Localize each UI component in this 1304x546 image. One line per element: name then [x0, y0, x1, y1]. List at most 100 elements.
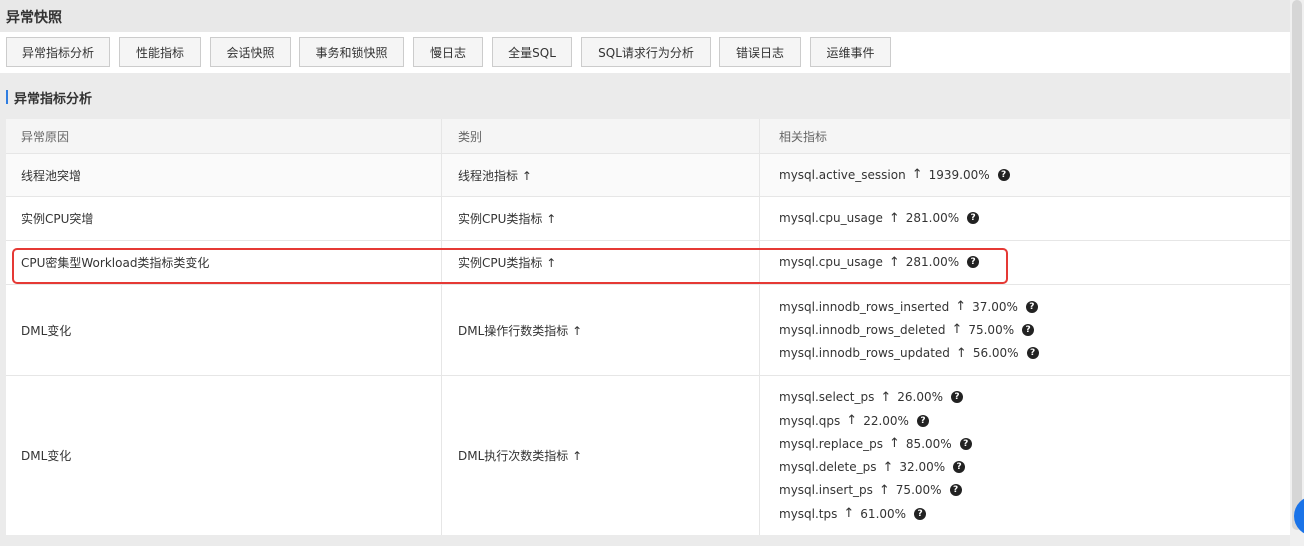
arrow-up-icon: ↑ [888, 254, 900, 270]
table-row: DML变化 DML操作行数类指标 ↑ mysql.innodb_rows_ins… [6, 285, 1290, 376]
column-header-metrics-label: 相关指标 [779, 129, 828, 144]
question-circle-icon[interactable]: ? [1022, 323, 1035, 336]
metrics-cell: mysql.cpu_usage ↑ 281.00% ? [760, 241, 1290, 284]
arrow-up-icon: ↑ [880, 389, 892, 405]
question-circle-icon[interactable]: ? [1026, 347, 1039, 360]
metric-name: mysql.tps [779, 506, 838, 521]
metric-item: mysql.select_ps ↑ 26.00% ? [779, 386, 964, 409]
metric-item: mysql.innodb_rows_deleted ↑ 75.00% ? [779, 318, 1035, 341]
category-cell: DML操作行数类指标 ↑ [442, 285, 760, 375]
metric-value: 75.00% [895, 483, 942, 498]
metrics-cell: mysql.cpu_usage ↑ 281.00% ? [760, 197, 1290, 240]
metric-item: mysql.tps ↑ 61.00% ? [779, 502, 927, 525]
category-cell: 实例CPU类指标 ↑ [442, 197, 760, 240]
table-row: 实例CPU突增 实例CPU类指标 ↑ mysql.cpu_usage ↑ 281… [6, 197, 1290, 241]
arrow-up-icon: ↑ [888, 210, 900, 226]
metric-value: 32.00% [899, 460, 946, 475]
metric-name: mysql.innodb_rows_deleted [779, 322, 946, 337]
metric-value: 281.00% [905, 211, 960, 226]
section-header: 异常指标分析 [0, 73, 1290, 119]
metric-value: 61.00% [860, 506, 907, 521]
tab-ops-events[interactable]: 运维事件 [810, 37, 891, 67]
column-header-category: 类别 [442, 119, 760, 153]
question-circle-icon[interactable]: ? [914, 507, 927, 520]
reason-cell: 实例CPU突增 [6, 197, 442, 240]
tab-performance-metrics[interactable]: 性能指标 [119, 37, 201, 67]
metric-item: mysql.innodb_rows_updated ↑ 56.00% ? [779, 342, 1039, 365]
arrow-up-icon: ↑ [889, 436, 900, 452]
metrics-cell: mysql.select_ps ↑ 26.00% ? mysql.qps ↑ 2… [760, 376, 1290, 535]
question-circle-icon[interactable]: ? [967, 212, 980, 225]
anomaly-table: 异常原因 类别 相关指标 线程池突增 线程池指标 ↑ mysql.active_… [6, 119, 1290, 535]
question-circle-icon[interactable]: ? [916, 414, 929, 427]
tab-anomaly-metrics[interactable]: 异常指标分析 [6, 37, 110, 67]
metrics-cell: mysql.active_session ↑ 1939.00% ? [760, 154, 1290, 196]
metric-name: mysql.replace_ps [779, 436, 884, 451]
metric-name: mysql.select_ps [779, 390, 875, 405]
metric-name: mysql.active_session [779, 167, 906, 182]
metric-value: 85.00% [905, 436, 952, 451]
metric-item: mysql.active_session ↑ 1939.00% ? [779, 163, 1010, 186]
question-circle-icon[interactable]: ? [951, 391, 964, 404]
table-row: 线程池突增 线程池指标 ↑ mysql.active_session ↑ 193… [6, 154, 1290, 197]
metric-name: mysql.delete_ps [779, 460, 877, 475]
column-header-metrics: 相关指标 [760, 119, 1290, 153]
metric-item: mysql.delete_ps ↑ 32.00% ? [779, 456, 966, 479]
metric-name: mysql.insert_ps [779, 483, 873, 498]
tab-full-sql[interactable]: 全量SQL [492, 37, 572, 67]
metric-value: 22.00% [863, 413, 909, 428]
arrow-up-icon: ↑ [951, 322, 963, 338]
metric-name: mysql.cpu_usage [779, 211, 883, 226]
tab-session-snapshot[interactable]: 会话快照 [210, 37, 291, 67]
arrow-up-icon: ↑ [843, 506, 855, 522]
panel-title: 异常快照 [6, 10, 62, 26]
reason-cell: DML变化 [6, 376, 442, 535]
arrow-up-icon: ↑ [846, 413, 858, 429]
category-cell: 实例CPU类指标 ↑ [442, 241, 760, 284]
tab-sql-behavior-analysis[interactable]: SQL请求行为分析 [581, 37, 711, 67]
metric-item: mysql.cpu_usage ↑ 281.00% ? [779, 207, 980, 230]
arrow-up-icon: ↑ [882, 459, 894, 475]
metric-item: mysql.innodb_rows_inserted ↑ 37.00% ? [779, 295, 1038, 318]
metrics-cell: mysql.innodb_rows_inserted ↑ 37.00% ? my… [760, 285, 1290, 375]
metric-item: mysql.replace_ps ↑ 85.00% ? [779, 432, 972, 455]
section-title: 异常指标分析 [14, 92, 93, 107]
metric-value: 26.00% [897, 390, 944, 405]
tab-bar: 异常指标分析 性能指标 会话快照 事务和锁快照 慢日志 全量SQL SQL请求行… [0, 32, 1290, 73]
metric-item: mysql.insert_ps ↑ 75.00% ? [779, 479, 962, 502]
table-row: CPU密集型Workload类指标类变化 实例CPU类指标 ↑ mysql.cp… [6, 241, 1290, 285]
metric-name: mysql.innodb_rows_inserted [779, 299, 950, 314]
panel-header: 异常快照 [0, 0, 1290, 32]
metric-value: 75.00% [968, 322, 1015, 337]
question-circle-icon[interactable]: ? [959, 437, 972, 450]
scrollbar-thumb[interactable] [1292, 0, 1302, 530]
section-accent-bar [6, 90, 8, 104]
question-circle-icon[interactable]: ? [949, 484, 962, 497]
metric-value: 37.00% [972, 299, 1018, 314]
tab-transaction-lock-snapshot[interactable]: 事务和锁快照 [299, 37, 404, 67]
arrow-up-icon: ↑ [955, 345, 967, 361]
arrow-up-icon: ↑ [955, 299, 967, 315]
table-header-row: 异常原因 类别 相关指标 [6, 119, 1290, 154]
tab-slow-log[interactable]: 慢日志 [413, 37, 483, 67]
category-cell: DML执行次数类指标 ↑ [442, 376, 760, 535]
table-row: DML变化 DML执行次数类指标 ↑ mysql.select_ps ↑ 26.… [6, 376, 1290, 535]
reason-cell: CPU密集型Workload类指标类变化 [6, 241, 442, 284]
question-circle-icon[interactable]: ? [953, 461, 966, 474]
metric-item: mysql.cpu_usage ↑ 281.00% ? [779, 251, 980, 274]
question-circle-icon[interactable]: ? [967, 256, 980, 269]
category-cell: 线程池指标 ↑ [442, 154, 760, 196]
metric-item: mysql.qps ↑ 22.00% ? [779, 409, 929, 432]
reason-cell: DML变化 [6, 285, 442, 375]
arrow-up-icon: ↑ [878, 482, 890, 498]
metric-value: 1939.00% [928, 167, 990, 182]
tab-error-log[interactable]: 错误日志 [719, 37, 801, 67]
metric-value: 281.00% [905, 255, 960, 270]
metric-name: mysql.qps [779, 413, 841, 428]
column-header-reason: 异常原因 [6, 119, 442, 153]
question-circle-icon[interactable]: ? [997, 168, 1010, 181]
metric-value: 56.00% [972, 346, 1019, 361]
question-circle-icon[interactable]: ? [1025, 300, 1038, 313]
arrow-up-icon: ↑ [911, 167, 923, 183]
reason-cell: 线程池突增 [6, 154, 442, 196]
